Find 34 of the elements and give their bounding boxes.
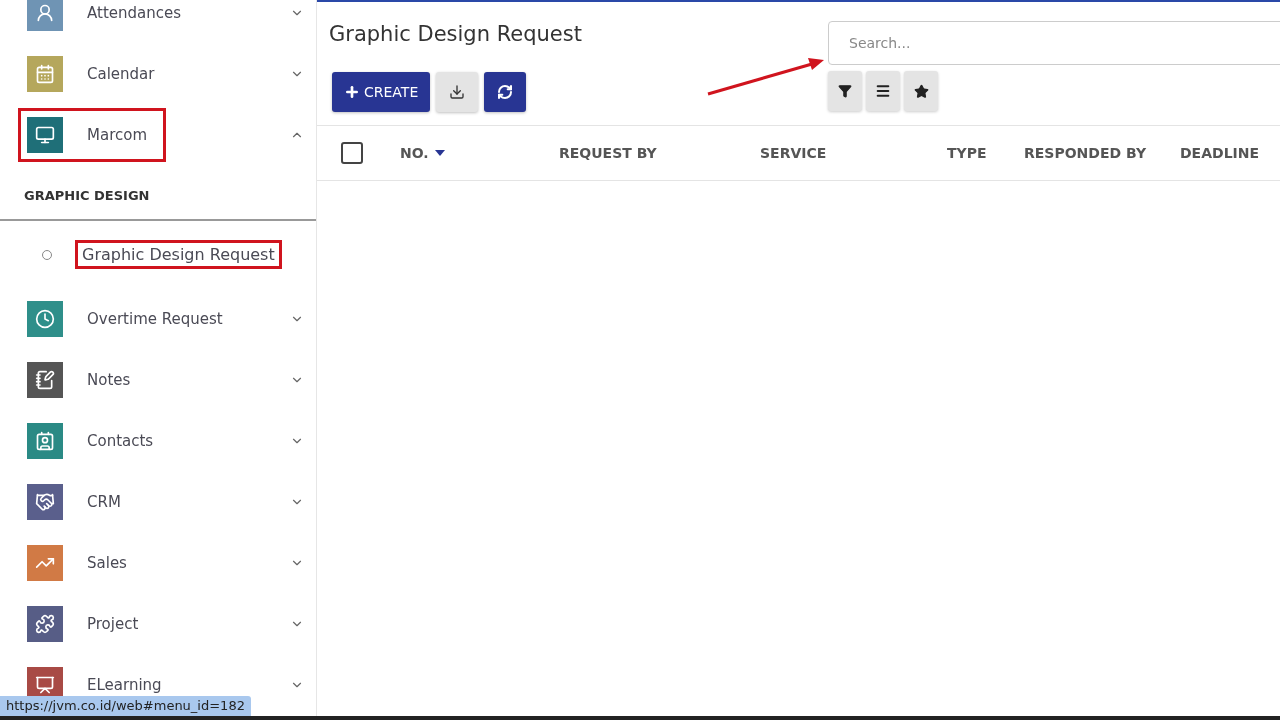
menu-icon	[875, 83, 891, 99]
column-header[interactable]: DEADLINE	[1180, 145, 1260, 161]
module-label[interactable]: Calendar	[87, 64, 155, 83]
download-button[interactable]	[436, 72, 479, 112]
plus-icon	[344, 84, 360, 100]
status-url-tooltip: https://jvm.co.id/web#menu_id=182	[0, 696, 251, 716]
star-icon	[913, 83, 929, 99]
column-header[interactable]: RESPONDED BY	[1024, 145, 1147, 161]
module-label[interactable]: Marcom	[87, 125, 147, 144]
refresh-icon	[497, 84, 514, 100]
module-label[interactable]: CRM	[87, 492, 121, 511]
module-label[interactable]: Sales	[87, 553, 127, 572]
select-all-checkbox[interactable]	[341, 142, 363, 164]
search-field[interactable]: Search...	[828, 21, 1280, 65]
filter-icon	[838, 84, 852, 98]
column-header[interactable]: SERVICE	[760, 145, 827, 161]
module-label[interactable]: Overtime Request	[87, 309, 223, 328]
download-icon	[449, 84, 466, 100]
column-header[interactable]: REQUEST BY	[559, 145, 657, 161]
create-button[interactable]: CREATE	[332, 72, 431, 112]
menu-button[interactable]	[866, 71, 900, 111]
submenu-link[interactable]: Graphic Design Request	[75, 240, 282, 269]
page-title: Graphic Design Request	[329, 22, 583, 48]
section-heading: GRAPHIC DESIGN	[0, 165, 316, 221]
favorites-button[interactable]	[904, 71, 938, 111]
module-label[interactable]: ELearning	[87, 675, 162, 694]
module-label[interactable]: Project	[87, 614, 139, 633]
module-label[interactable]: Notes	[87, 370, 131, 389]
module-label[interactable]: Contacts	[87, 431, 154, 450]
column-header[interactable]: NO.	[400, 145, 429, 161]
filter-button[interactable]	[828, 71, 862, 111]
module-label[interactable]: Attendances	[87, 3, 181, 22]
refresh-button[interactable]	[484, 72, 527, 112]
column-header[interactable]: TYPE	[947, 145, 987, 161]
